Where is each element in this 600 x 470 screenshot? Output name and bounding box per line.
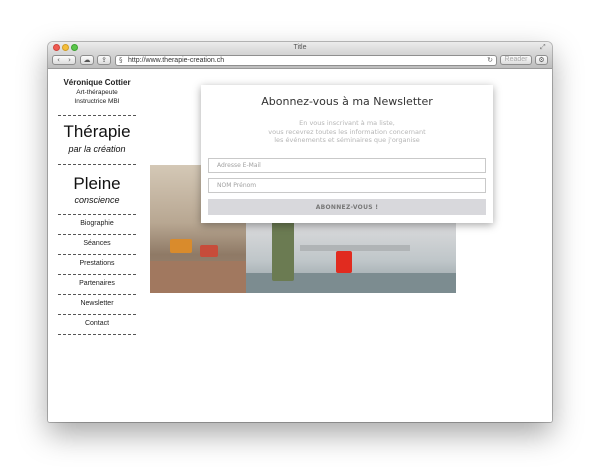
nav-seances[interactable]: Séances xyxy=(56,240,138,247)
nav-newsletter[interactable]: Newsletter xyxy=(56,300,138,307)
divider xyxy=(58,115,136,116)
nav-partenaires[interactable]: Partenaires xyxy=(56,280,138,287)
divider xyxy=(58,294,136,295)
divider xyxy=(58,164,136,165)
popup-desc-line-2: vous recevrez toutes les information con… xyxy=(268,127,426,136)
icloud-button[interactable]: ☁ xyxy=(80,55,94,65)
owner-name: Véronique Cottier xyxy=(63,78,131,87)
photo-floor xyxy=(150,261,246,293)
cloud-icon: ☁ xyxy=(83,56,91,64)
divider xyxy=(58,214,136,215)
brand-therapie-title[interactable]: Thérapie xyxy=(56,122,138,142)
nav-contact[interactable]: Contact xyxy=(56,320,138,327)
settings-button[interactable]: ⚙ xyxy=(535,55,548,65)
photo-chair-red xyxy=(200,245,218,257)
subscribe-button[interactable]: ABONNEZ-VOUS ! xyxy=(208,199,486,215)
divider xyxy=(58,234,136,235)
name-input[interactable] xyxy=(208,178,486,193)
popup-desc-line-3: les événements et séminaires que j'organ… xyxy=(274,136,420,144)
browser-toolbar: ‹ › ☁ ⇪ § http://www.therapie-creation.ch… xyxy=(48,53,552,69)
back-icon[interactable]: ‹ xyxy=(53,56,64,64)
nav-prestations[interactable]: Prestations xyxy=(56,260,138,267)
owner-role-2: Instructrice MBI xyxy=(74,98,120,105)
window-title: Title xyxy=(293,44,307,51)
brand-pleine-subtitle[interactable]: conscience xyxy=(56,195,138,205)
page-viewport: Véronique Cottier Art-thérapeute Instruc… xyxy=(48,69,552,422)
gear-icon: ⚙ xyxy=(538,56,545,64)
address-bar[interactable]: § http://www.therapie-creation.ch ↻ xyxy=(115,55,497,66)
divider xyxy=(58,334,136,335)
forward-icon[interactable]: › xyxy=(64,56,75,64)
popup-desc-line-1: En vous inscrivant à ma liste, xyxy=(299,119,395,127)
reader-button[interactable]: Reader xyxy=(500,55,532,65)
owner-role-1: Art-thérapeute xyxy=(76,89,118,96)
photo-stool xyxy=(336,251,352,273)
popup-title: Abonnez-vous à ma Newsletter xyxy=(261,95,433,108)
back-forward-buttons: ‹ › xyxy=(52,55,76,65)
url-text[interactable]: http://www.therapie-creation.ch xyxy=(128,56,224,65)
share-icon: ⇪ xyxy=(101,56,107,64)
photo-table xyxy=(300,245,410,251)
site-icon: § xyxy=(119,56,123,64)
divider xyxy=(58,274,136,275)
divider xyxy=(58,254,136,255)
photo-chair-orange xyxy=(170,239,192,253)
fullscreen-icon[interactable]: ⤢ xyxy=(540,44,547,51)
brand-pleine-title[interactable]: Pleine xyxy=(56,174,138,194)
email-input[interactable] xyxy=(208,158,486,173)
divider xyxy=(58,314,136,315)
browser-window: Title ⤢ ‹ › ☁ ⇪ § http://www.therapie-cre… xyxy=(48,42,552,422)
nav-biographie[interactable]: Biographie xyxy=(56,220,138,227)
reload-icon[interactable]: ↻ xyxy=(487,56,493,65)
share-button[interactable]: ⇪ xyxy=(97,55,111,65)
title-bar: Title ⤢ xyxy=(48,42,552,53)
popup-description: En vous inscrivant à ma liste, vous rece… xyxy=(201,119,493,145)
newsletter-popup: Abonnez-vous à ma Newsletter En vous ins… xyxy=(201,85,493,223)
brand-therapie-subtitle[interactable]: par la création xyxy=(56,144,138,154)
